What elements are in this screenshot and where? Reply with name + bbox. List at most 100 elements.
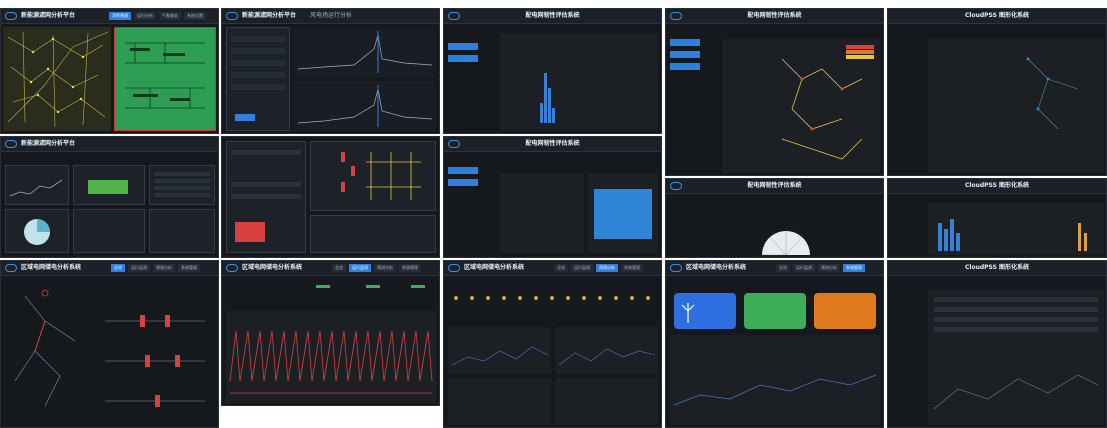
panel-chart-2 [149,209,215,253]
menu-item-1[interactable] [670,39,700,46]
load-chart [670,335,880,425]
app-title: 配电网韧性评估系统 [525,12,580,19]
app-title: 新能源滤网分析平台 [242,12,297,19]
top-bar: 配电网韧性评估系统 [444,9,661,24]
tile-multi-charts: 区域电网储电分析系统 总览 运行监测 预测分析 系统管理 [443,260,662,428]
top-bar: 区域电网储电分析系统 总览 运行监测 预测分析 系统管理 [222,261,439,276]
tab-1[interactable]: 运行监测 [349,264,371,272]
app-title: 配电网韧性评估系统 [525,140,580,147]
tab-3[interactable]: 系统管理 [178,264,200,272]
top-bar: 区域电网储电分析系统 总览 运行监测 预测分析 系统管理 [666,261,883,276]
panel-bar [73,165,145,205]
app-logo-icon [5,140,17,148]
tile-resilience-map: 配电网韧性评估系统 [665,8,884,176]
app-title: 区域电网储电分析系统 [686,264,747,271]
tab-1[interactable]: 运行监测 [793,264,815,272]
menu-item-1[interactable] [448,43,478,50]
hydro-card[interactable] [744,293,806,329]
tab-0[interactable]: 总览 [554,264,568,272]
tab-1[interactable]: 运行监测 [128,264,150,272]
green-panel [114,27,216,131]
menu-item-2[interactable] [670,51,700,58]
tab-2[interactable]: 预测分析 [818,264,840,272]
scatter-panel [500,173,584,253]
tab-0[interactable]: 总览 [111,264,125,272]
app-logo-icon [5,12,17,20]
panel-line [5,165,69,205]
tile-cloudpss-3: CloudPSS 图形化系统 [887,260,1107,428]
tab-3[interactable]: 系统管理 [399,264,421,272]
app-title: 区域电网储电分析系统 [464,264,525,271]
tile-energy-cards: 区域电网储电分析系统 总览 运行监测 预测分析 系统管理 [665,260,884,428]
top-bar: 配电网韧性评估系统 [666,179,883,194]
tab-3[interactable]: 系统设置 [184,12,206,20]
screenshot-mosaic: 新能源滤网分析平台 功率预测 运行分析 气象服务 系统设置 新能源滤网分析平台 … [0,0,1107,428]
tab-3[interactable]: 系统管理 [621,264,643,272]
tab-0[interactable]: 总览 [332,264,346,272]
network-graph[interactable] [928,39,1104,173]
topology-map[interactable] [722,39,880,173]
tile-cloudpss-2: CloudPSS 图形化系统 [887,178,1107,258]
single-line-diagram[interactable] [5,281,215,425]
menu-item-3[interactable] [670,63,700,70]
tab-1[interactable]: 运行分析 [134,12,156,20]
tab-1[interactable]: 运行监测 [571,264,593,272]
stats-row [316,285,425,288]
tab-3[interactable]: 系统管理 [843,264,865,272]
app-title: 区域电网储电分析系统 [242,264,303,271]
histogram [500,33,658,131]
tab-0[interactable]: 功率预测 [109,12,131,20]
panel-chart [73,209,145,253]
top-bar: 区域电网储电分析系统 总览 运行监测 预测分析 系统管理 [444,261,661,276]
panel-table [149,165,215,205]
app-logo-icon [226,12,238,20]
polar-chart [762,231,810,256]
menu-item-1[interactable] [448,167,478,174]
storage-card[interactable] [814,293,876,329]
tab-0[interactable]: 总览 [776,264,790,272]
app-title: CloudPSS 图形化系统 [964,264,1029,271]
tile-single-line: 区域电网储电分析系统 总览 运行监测 预测分析 系统管理 [0,260,219,428]
oscillation-chart [226,311,436,403]
schematic-bottom [310,215,436,253]
nav-tabs: 总览 运行监测 预测分析 系统管理 [776,264,865,272]
app-logo-icon [5,264,17,272]
app-title: 新能源滤网分析平台 [21,140,76,147]
menu-item-2[interactable] [448,55,478,62]
settings-form [226,27,290,131]
top-bar: 新能源滤网分析平台 [1,137,218,152]
spectrum-chart-top [294,29,436,77]
app-logo-icon [670,264,682,272]
app-title: CloudPSS 图形化系统 [964,12,1029,19]
app-title: CloudPSS 图形化系统 [964,182,1029,189]
tile-rose-chart: 配电网韧性评估系统 [665,178,884,258]
spectrum-chart-bottom [294,81,436,131]
menu-item-2[interactable] [448,179,478,186]
top-bar: 配电网韧性评估系统 [666,9,883,24]
top-bar: 新能源滤网分析平台 风电场运行分析 [222,9,439,24]
tab-2[interactable]: 预测分析 [596,264,618,272]
app-title: 新能源滤网分析平台 [21,12,76,19]
nav-tabs: 功率预测 运行分析 气象服务 系统设置 [109,12,206,20]
nav-tabs: 总览 运行监测 预测分析 系统管理 [332,264,421,272]
top-bar: CloudPSS 图形化系统 [888,9,1106,24]
tile-resilience-hist: 配电网韧性评估系统 [443,8,662,134]
app-logo-icon [448,264,460,272]
top-bar: CloudPSS 图形化系统 [888,261,1106,276]
tab-2[interactable]: 预测分析 [153,264,175,272]
data-table [928,289,1104,425]
wind-card[interactable] [674,293,736,329]
network-map[interactable] [3,27,111,131]
nav-tabs: 总览 运行监测 预测分析 系统管理 [554,264,643,272]
tile-schematic [221,136,440,258]
tile-timeseries: 区域电网储电分析系统 总览 运行监测 预测分析 系统管理 [221,260,440,406]
tile-grid-map: 新能源滤网分析平台 功率预测 运行分析 气象服务 系统设置 [0,8,219,134]
app-title: 配电网韧性评估系统 [747,12,802,19]
tile-resilience-bar: 配电网韧性评估系统 [443,136,662,258]
app-title: 区域电网储电分析系统 [21,264,82,271]
tab-2[interactable]: 预测分析 [374,264,396,272]
tab-2[interactable]: 气象服务 [159,12,181,20]
tile-wind-analysis: 新能源滤网分析平台 风电场运行分析 [221,8,440,134]
tile-cloudpss-1: CloudPSS 图形化系统 [887,8,1107,176]
top-bar: 区域电网储电分析系统 总览 运行监测 预测分析 系统管理 [1,261,218,276]
